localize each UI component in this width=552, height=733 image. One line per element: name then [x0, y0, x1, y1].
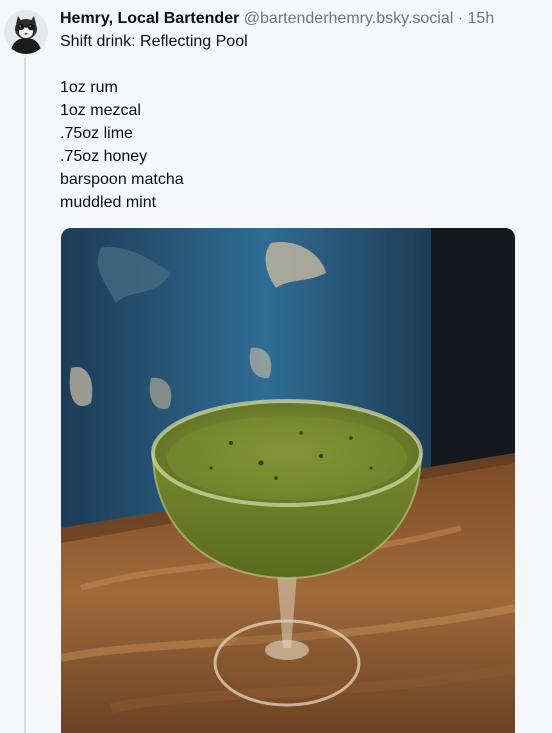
author-handle[interactable]: @bartenderhemry.bsky.social — [244, 10, 454, 27]
recipe-line: 1oz rum — [60, 79, 118, 96]
post-image[interactable] — [61, 228, 515, 733]
post-timestamp[interactable]: 15h — [468, 10, 495, 27]
recipe-line: muddled mint — [60, 194, 157, 211]
post[interactable]: Hemry, Local Bartender @bartenderhemry.b… — [60, 8, 548, 214]
post-text-gap — [60, 53, 548, 76]
recipe-line: 1oz mezcal — [60, 102, 141, 119]
post-header: Hemry, Local Bartender @bartenderhemry.b… — [60, 8, 548, 30]
recipe-line: .75oz lime — [60, 125, 133, 142]
recipe-line: barspoon matcha — [60, 171, 184, 188]
post-title-line: Shift drink: Reflecting Pool — [60, 33, 248, 50]
author-name[interactable]: Hemry, Local Bartender — [60, 10, 239, 27]
recipe-line: .75oz honey — [60, 148, 148, 165]
avatar-cat-icon — [4, 10, 48, 54]
header-separator: · — [457, 10, 464, 27]
cocktail-photo — [61, 228, 515, 733]
thread-line — [24, 58, 26, 733]
avatar[interactable] — [4, 10, 48, 54]
